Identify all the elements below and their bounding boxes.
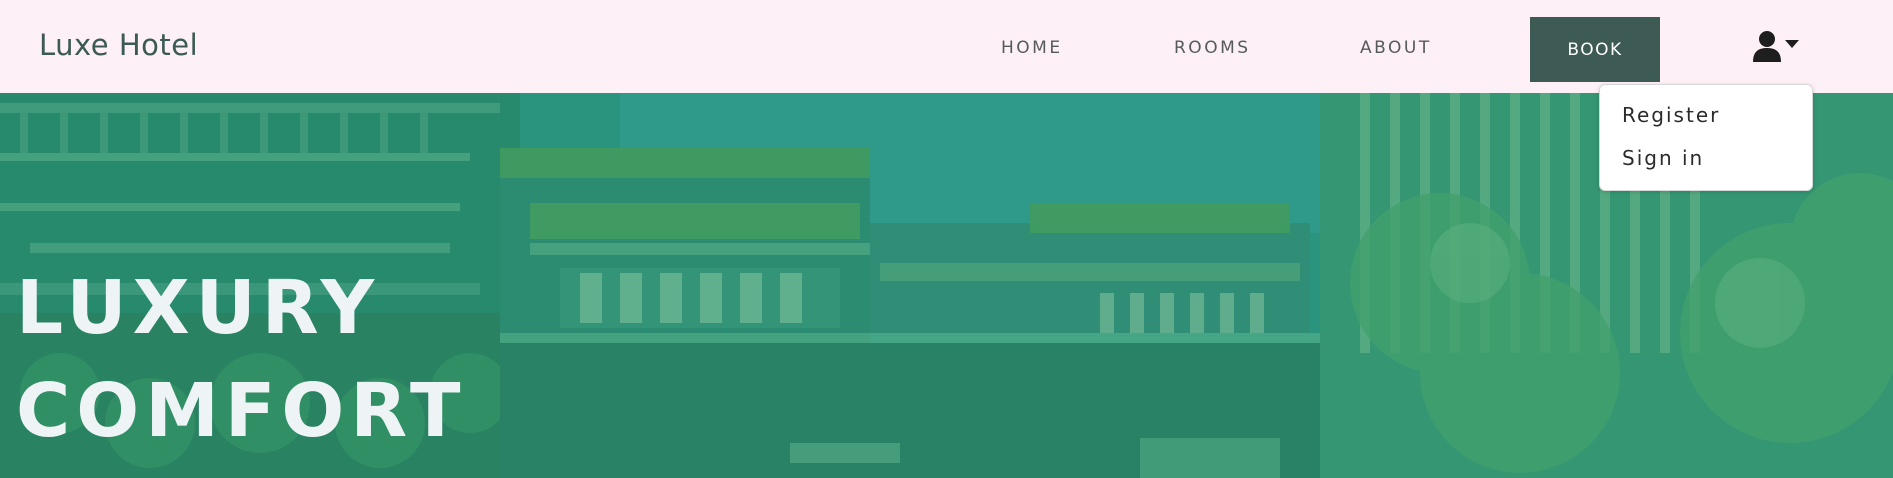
navbar: Luxe Hotel HOME ROOMS ABOUT BOOK xyxy=(0,0,1893,93)
brand-logo[interactable]: Luxe Hotel xyxy=(39,28,198,62)
user-dropdown-menu: Register Sign in xyxy=(1599,84,1813,191)
user-menu-toggle[interactable] xyxy=(1752,30,1806,64)
hero-title-line-1: LUXURY xyxy=(16,265,381,351)
caret-down-icon xyxy=(1785,40,1799,48)
register-menu-item[interactable]: Register xyxy=(1622,103,1720,127)
hero-title-line-2: COMFORT xyxy=(16,368,467,454)
nav-about-link[interactable]: ABOUT xyxy=(1360,38,1432,58)
book-button[interactable]: BOOK xyxy=(1530,17,1660,82)
nav-rooms-link[interactable]: ROOMS xyxy=(1174,38,1251,58)
nav-home-link[interactable]: HOME xyxy=(1001,38,1063,58)
user-icon xyxy=(1753,31,1781,62)
sign-in-menu-item[interactable]: Sign in xyxy=(1622,146,1704,170)
